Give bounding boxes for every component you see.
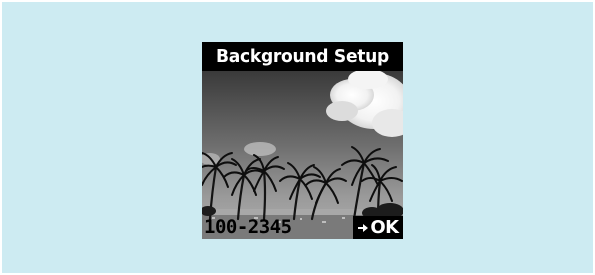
bottom-bar: 100-2345 OK [202, 216, 403, 239]
ok-button-label: OK [370, 217, 399, 238]
background-photo[interactable] [202, 71, 403, 239]
screen-title: Background Setup [207, 42, 398, 71]
screen-panel: Background Setup 100-2345 OK [2, 2, 593, 273]
lcd-screen: Background Setup 100-2345 OK [202, 42, 403, 239]
palm-trees-photo [202, 71, 403, 239]
arrow-right-icon [358, 223, 369, 232]
ok-button[interactable]: OK [353, 216, 403, 239]
reference-code: 100-2345 [204, 216, 292, 238]
